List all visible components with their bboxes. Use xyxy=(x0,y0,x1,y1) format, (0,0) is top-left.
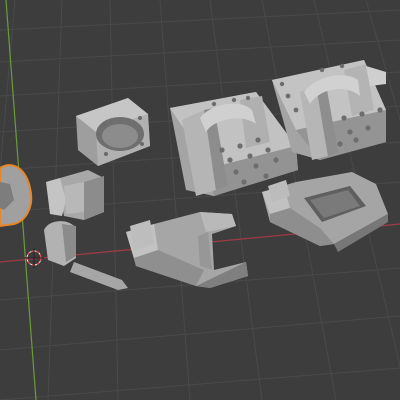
3d-cursor-icon[interactable] xyxy=(24,248,44,268)
base-bracket-right[interactable] xyxy=(262,172,388,252)
selected-object[interactable] xyxy=(0,164,33,228)
bracket-small[interactable] xyxy=(46,170,104,220)
viewport-canvas[interactable] xyxy=(0,0,400,400)
3d-viewport[interactable] xyxy=(0,0,400,400)
base-bracket-left[interactable] xyxy=(126,212,248,288)
motor-mount-left[interactable] xyxy=(170,92,298,196)
fan-shroud[interactable] xyxy=(76,98,150,166)
